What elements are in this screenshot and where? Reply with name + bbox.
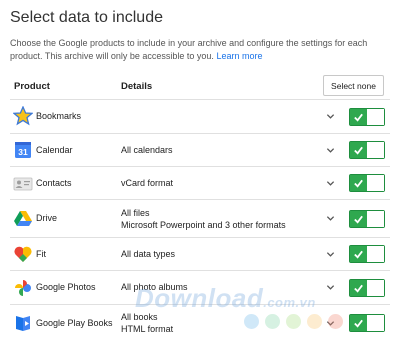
checkmark-icon	[354, 319, 363, 328]
watermark-dots	[244, 314, 343, 329]
column-header-product: Product	[14, 81, 50, 92]
calendar-icon: 31	[15, 142, 31, 158]
include-toggle[interactable]	[349, 210, 385, 228]
column-header-details: Details	[121, 81, 153, 92]
toggle-off-area	[367, 175, 384, 191]
product-name: Fit	[36, 249, 46, 259]
checkmark-icon	[354, 146, 363, 155]
watermark-text: Download	[135, 283, 264, 313]
bookmarks-star-icon	[13, 106, 33, 126]
include-toggle[interactable]	[349, 314, 385, 332]
contacts-card-icon	[13, 177, 33, 191]
chevron-down-icon[interactable]	[326, 250, 335, 259]
product-name: Google Play Books	[36, 318, 113, 328]
drive-icon	[14, 211, 32, 226]
toggle-on-state	[350, 280, 367, 296]
toggle-off-area	[367, 246, 384, 262]
checkmark-icon	[354, 113, 363, 122]
toggle-on-state	[350, 211, 367, 227]
product-row-drive: Drive All files Microsoft Powerpoint and…	[10, 199, 390, 237]
chevron-down-icon[interactable]	[326, 146, 335, 155]
learn-more-link[interactable]: Learn more	[216, 51, 262, 61]
select-none-button[interactable]: Select none	[323, 75, 384, 96]
chevron-down-icon[interactable]	[326, 283, 335, 292]
checkmark-icon	[354, 250, 363, 259]
product-name: Calendar	[36, 145, 73, 155]
watermark-dot	[286, 314, 301, 329]
product-row-bookmarks: Bookmarks	[10, 99, 390, 133]
chevron-down-icon[interactable]	[326, 179, 335, 188]
details-line-2: HTML format	[121, 324, 174, 334]
details-line-2: Microsoft Powerpoint and 3 other formats	[121, 220, 286, 230]
checkmark-icon	[354, 284, 363, 293]
product-details: All files Microsoft Powerpoint and 3 oth…	[121, 207, 286, 231]
watermark-dot	[265, 314, 280, 329]
page-title: Select data to include	[10, 9, 163, 26]
toggle-on-state	[350, 175, 367, 191]
watermark-dot	[307, 314, 322, 329]
chevron-down-icon[interactable]	[326, 112, 335, 121]
page-description: Choose the Google products to include in…	[10, 37, 395, 63]
toggle-on-state	[350, 109, 367, 125]
product-name: Bookmarks	[36, 111, 82, 121]
fit-heart-icon	[14, 246, 32, 262]
checkmark-icon	[354, 215, 363, 224]
toggle-off-area	[367, 280, 384, 296]
toggle-off-area	[367, 142, 384, 158]
watermark-logo: Download.com.vn	[135, 283, 316, 314]
product-row-fit: Fit All data types	[10, 237, 390, 270]
toggle-off-area	[367, 211, 384, 227]
include-toggle[interactable]	[349, 245, 385, 263]
include-toggle[interactable]	[349, 141, 385, 159]
chevron-down-icon[interactable]	[326, 214, 335, 223]
watermark-dot	[244, 314, 259, 329]
toggle-on-state	[350, 246, 367, 262]
svg-text:31: 31	[18, 147, 28, 157]
product-details: All data types	[121, 249, 176, 259]
play-books-icon	[16, 316, 30, 331]
include-toggle[interactable]	[349, 108, 385, 126]
toggle-on-state	[350, 142, 367, 158]
toggle-on-state	[350, 315, 367, 331]
include-toggle[interactable]	[349, 279, 385, 297]
product-details: All books HTML format	[121, 311, 173, 335]
product-name: Contacts	[36, 178, 72, 188]
product-row-calendar: 31 Calendar All calendars	[10, 133, 390, 166]
product-name: Drive	[36, 213, 58, 223]
include-toggle[interactable]	[349, 174, 385, 192]
watermark-dot	[328, 314, 343, 329]
product-row-contacts: Contacts vCard format	[10, 166, 390, 199]
product-name: Google Photos	[36, 282, 96, 292]
description-text: Choose the Google products to include in…	[10, 38, 368, 61]
checkmark-icon	[354, 179, 363, 188]
watermark-suffix: .com.vn	[263, 295, 316, 310]
details-line-1: All files	[121, 208, 150, 218]
product-details: vCard format	[121, 178, 174, 188]
toggle-off-area	[367, 315, 384, 331]
product-details: All calendars	[121, 145, 173, 155]
photos-pinwheel-icon	[15, 280, 31, 296]
toggle-off-area	[367, 109, 384, 125]
